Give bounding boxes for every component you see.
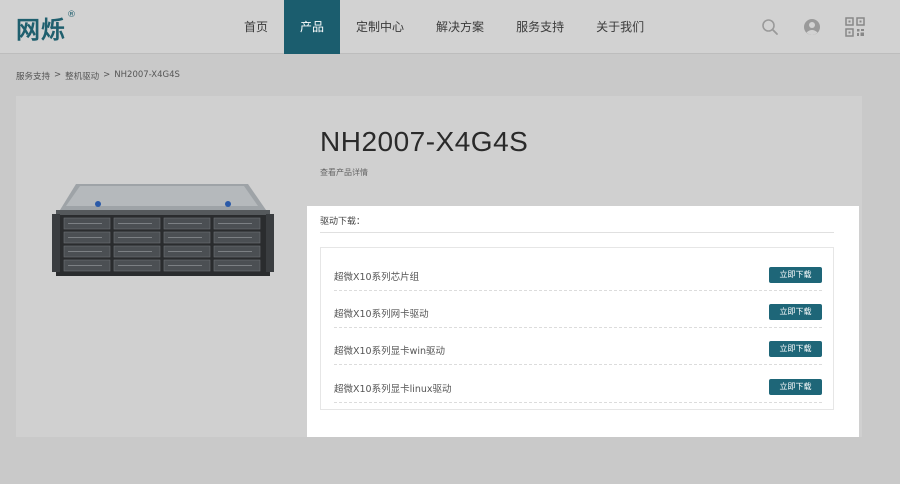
main-nav: 首页 产品 定制中心 解决方案 服务支持 关于我们 <box>228 0 660 54</box>
breadcrumb-item-support[interactable]: 服务支持 <box>16 70 50 82</box>
driver-name: 超微X10系列显卡win驱动 <box>334 346 446 357</box>
breadcrumb-separator: > <box>103 70 111 80</box>
nav-item-products[interactable]: 产品 <box>284 0 341 54</box>
download-row: 超微X10系列芯片组 立即下载 <box>334 254 822 291</box>
nav-item-support[interactable]: 服务支持 <box>500 0 580 54</box>
download-button[interactable]: 立即下载 <box>769 304 822 320</box>
nav-item-home[interactable]: 首页 <box>228 0 284 54</box>
nav-item-solutions[interactable]: 解决方案 <box>420 0 500 54</box>
download-list: 超微X10系列芯片组 立即下载 超微X10系列网卡驱动 立即下载 超微X10系列… <box>320 247 834 410</box>
search-icon[interactable] <box>760 17 780 37</box>
qrcode-icon[interactable] <box>845 17 865 37</box>
driver-name: 超微X10系列网卡驱动 <box>334 309 429 320</box>
nav-item-custom-center[interactable]: 定制中心 <box>340 0 420 54</box>
download-header: 驱动下载： <box>320 217 366 227</box>
registered-mark: ® <box>67 10 77 20</box>
download-row: 超微X10系列显卡linux驱动 立即下载 <box>334 366 822 403</box>
download-button[interactable]: 立即下载 <box>769 341 822 357</box>
download-button[interactable]: 立即下载 <box>769 267 822 283</box>
user-icon[interactable] <box>802 17 822 37</box>
breadcrumb-item-drivers[interactable]: 整机驱动 <box>65 70 99 82</box>
product-details-link[interactable]: 查看产品详情 <box>320 167 368 178</box>
driver-name: 超微X10系列芯片组 <box>334 272 420 283</box>
download-button[interactable]: 立即下载 <box>769 379 822 395</box>
breadcrumb-item-current: NH2007-X4G4S <box>114 70 180 80</box>
site-header: 网烁® 首页 产品 定制中心 解决方案 服务支持 关于我们 <box>0 0 900 54</box>
driver-name: 超微X10系列显卡linux驱动 <box>334 384 452 395</box>
site-logo[interactable]: 网烁® <box>16 10 76 45</box>
server-product-image <box>52 184 274 276</box>
driver-download-box: 驱动下载： 超微X10系列芯片组 立即下载 超微X10系列网卡驱动 立即下载 超… <box>307 206 859 437</box>
header-divider <box>320 232 834 233</box>
product-title: NH2007-X4G4S <box>320 126 529 157</box>
nav-item-about[interactable]: 关于我们 <box>580 0 660 54</box>
download-row: 超微X10系列显卡win驱动 立即下载 <box>334 328 822 365</box>
download-row: 超微X10系列网卡驱动 立即下载 <box>334 291 822 328</box>
breadcrumb: 服务支持 > 整机驱动 > NH2007-X4G4S <box>16 70 180 82</box>
logo-text: 网烁 <box>16 16 66 44</box>
breadcrumb-separator: > <box>54 70 62 80</box>
